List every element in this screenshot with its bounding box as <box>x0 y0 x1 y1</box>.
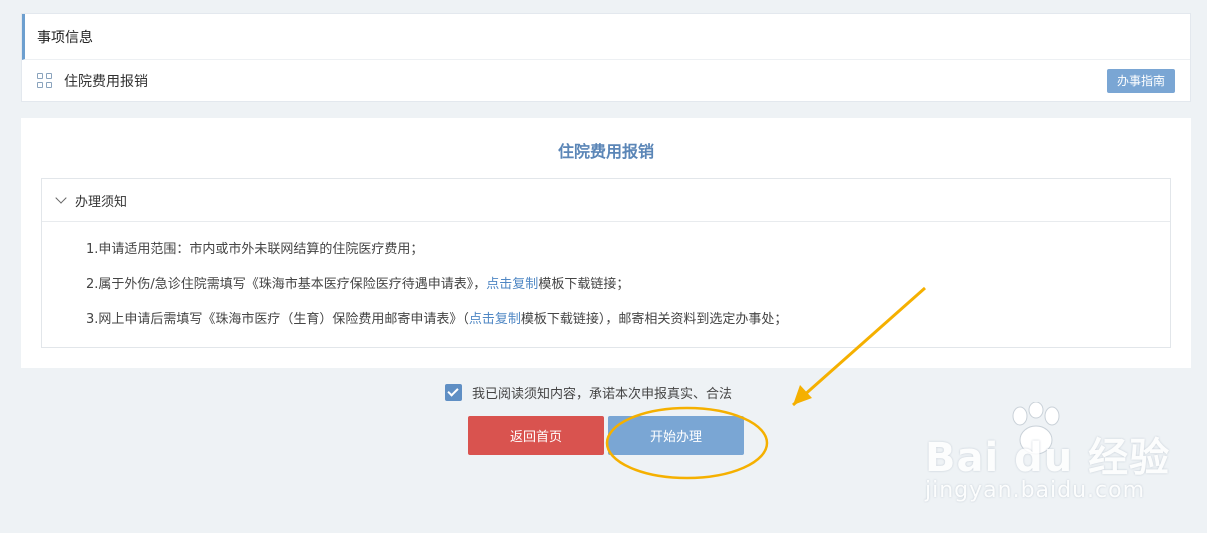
notice-item-2: 2.属于外伤/急诊住院需填写《珠海市基本医疗保险医疗待遇申请表》，点击复制模板下… <box>86 276 1170 311</box>
main-card: 住院费用报销 办理须知 1.申请适用范围：市内或市外未联网结算的住院医疗费用； … <box>21 118 1191 368</box>
guide-button[interactable]: 办事指南 <box>1106 69 1175 93</box>
item-name: 住院费用报销 <box>64 74 148 90</box>
grid-icon <box>37 73 53 89</box>
item-row: 住院费用报销 办事指南 <box>22 60 1190 102</box>
notice-item-text: 3.网上申请后需填写《珠海市医疗（生育）保险费用邮寄申请表》（ <box>86 312 469 327</box>
agreement: 我已阅读须知内容，承诺本次申报真实、合法 <box>445 383 732 402</box>
arrow-head <box>793 385 812 405</box>
notice-header: 办理须知 <box>75 194 128 210</box>
page-title: 住院费用报销 <box>557 142 654 161</box>
copy-link[interactable]: 点击复制 <box>469 312 521 327</box>
agree-checkbox[interactable] <box>445 384 462 401</box>
item-info-card: 事项信息 住院费用报销 办事指南 <box>21 13 1191 102</box>
agreement-text: 我已阅读须知内容，承诺本次申报真实、合法 <box>472 387 733 402</box>
watermark-url: jingyan.baidu.com <box>925 478 1146 503</box>
back-home-button[interactable]: 返回首页 <box>468 416 604 455</box>
copy-link[interactable]: 点击复制 <box>486 277 538 292</box>
notice-item-text: 模板下载链接； <box>538 277 630 292</box>
notice-item-3: 3.网上申请后需填写《珠海市医疗（生育）保险费用邮寄申请表》（点击复制模板下载链… <box>86 311 1170 346</box>
notice-panel: 办理须知 1.申请适用范围：市内或市外未联网结算的住院医疗费用； 2.属于外伤/… <box>41 178 1171 348</box>
notice-item-text: 1.申请适用范围：市内或市外未联网结算的住院医疗费用； <box>86 242 424 257</box>
notice-item-1: 1.申请适用范围：市内或市外未联网结算的住院医疗费用； <box>86 241 1170 276</box>
watermark-brand: Bai du 经验 <box>925 435 1171 481</box>
start-button[interactable]: 开始办理 <box>608 416 744 455</box>
notice-item-text: 模板下载链接），邮寄相关资料到选定办事处； <box>520 312 788 327</box>
chevron-down-icon <box>55 192 67 204</box>
notice-list: 1.申请适用范围：市内或市外未联网结算的住院医疗费用； 2.属于外伤/急诊住院需… <box>42 222 1170 346</box>
notice-item-text: 2.属于外伤/急诊住院需填写《珠海市基本医疗保险医疗待遇申请表》， <box>86 277 487 292</box>
notice-toggle[interactable]: 办理须知 <box>42 179 1170 222</box>
item-info-header: 事项信息 <box>22 14 1190 60</box>
